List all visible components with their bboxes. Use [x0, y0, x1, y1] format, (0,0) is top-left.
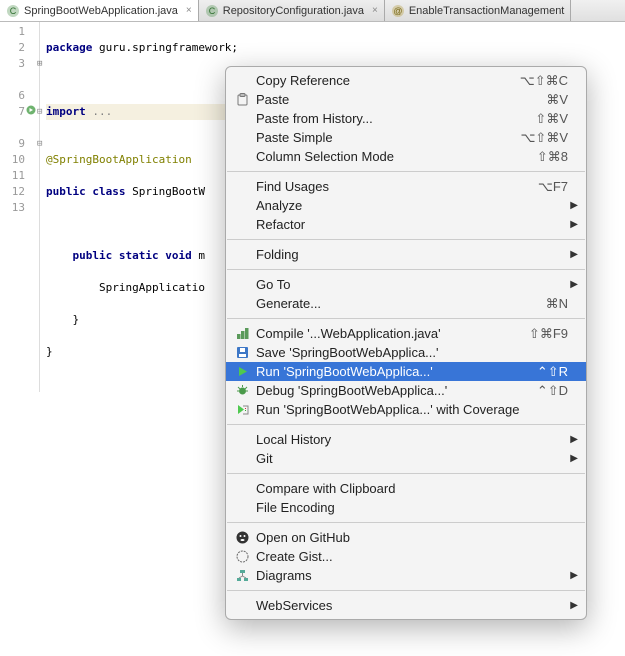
- menu-folding[interactable]: Folding▶: [226, 245, 586, 264]
- menu-diagrams[interactable]: Diagrams▶: [226, 566, 586, 585]
- save-icon: [232, 345, 252, 361]
- compile-icon: [232, 326, 252, 342]
- svg-text:C: C: [10, 6, 17, 16]
- fold-collapse-icon[interactable]: ⊟: [37, 136, 42, 152]
- chevron-right-icon: ▶: [570, 600, 578, 611]
- menu-save-config[interactable]: Save 'SpringBootWebApplica...': [226, 343, 586, 362]
- tab-label: SpringBootWebApplication.java: [24, 5, 178, 17]
- menu-paste[interactable]: Paste⌘V: [226, 90, 586, 109]
- paste-icon: [232, 92, 252, 108]
- fold-collapse-icon[interactable]: ⊟: [37, 104, 42, 120]
- menu-paste-simple[interactable]: Paste Simple⌥⇧⌘V: [226, 128, 586, 147]
- menu-open-github[interactable]: Open on GitHub: [226, 528, 586, 547]
- gist-icon: [232, 549, 252, 565]
- chevron-right-icon: ▶: [570, 434, 578, 445]
- github-icon: [232, 530, 252, 546]
- menu-create-gist[interactable]: Create Gist...: [226, 547, 586, 566]
- diagrams-icon: [232, 568, 252, 584]
- menu-refactor[interactable]: Refactor▶: [226, 215, 586, 234]
- menu-goto[interactable]: Go To▶: [226, 275, 586, 294]
- menu-run-coverage[interactable]: Run 'SpringBootWebApplica...' with Cover…: [226, 400, 586, 419]
- debug-icon: [232, 383, 252, 399]
- tab-repoconfig[interactable]: C RepositoryConfiguration.java ×: [199, 0, 385, 21]
- chevron-right-icon: ▶: [570, 453, 578, 464]
- run-icon: [232, 364, 252, 380]
- menu-copy-reference[interactable]: Copy Reference⌥⇧⌘C: [226, 71, 586, 90]
- svg-text:C: C: [209, 6, 216, 16]
- class-icon: C: [6, 4, 20, 18]
- context-menu: Copy Reference⌥⇧⌘C Paste⌘V Paste from Hi…: [225, 66, 587, 620]
- class-icon: C: [205, 4, 219, 18]
- menu-file-encoding[interactable]: File Encoding: [226, 498, 586, 517]
- annotation-icon: @: [391, 4, 405, 18]
- run-gutter-icon[interactable]: [26, 104, 36, 120]
- menu-local-history[interactable]: Local History▶: [226, 430, 586, 449]
- tab-label: RepositoryConfiguration.java: [223, 5, 364, 17]
- tab-enabletx[interactable]: @ EnableTransactionManagement: [385, 0, 572, 21]
- chevron-right-icon: ▶: [570, 200, 578, 211]
- menu-analyze[interactable]: Analyze▶: [226, 196, 586, 215]
- line-gutter: 1 2 3 6 7 9 10 11 12 13 ⊞ ⊟ ⊟: [0, 22, 40, 392]
- menu-generate[interactable]: Generate...⌘N: [226, 294, 586, 313]
- editor-tabs: C SpringBootWebApplication.java × C Repo…: [0, 0, 625, 22]
- menu-git[interactable]: Git▶: [226, 449, 586, 468]
- menu-debug[interactable]: Debug 'SpringBootWebApplica...'⌃⇧D: [226, 381, 586, 400]
- menu-compile[interactable]: Compile '...WebApplication.java'⇧⌘F9: [226, 324, 586, 343]
- close-icon[interactable]: ×: [186, 5, 192, 16]
- fold-expand-icon[interactable]: ⊞: [37, 56, 42, 72]
- menu-run[interactable]: Run 'SpringBootWebApplica...'⌃⇧R: [226, 362, 586, 381]
- menu-compare-clipboard[interactable]: Compare with Clipboard: [226, 479, 586, 498]
- close-icon[interactable]: ×: [372, 5, 378, 16]
- tab-springboot[interactable]: C SpringBootWebApplication.java ×: [0, 0, 199, 21]
- svg-text:@: @: [393, 6, 402, 16]
- menu-find-usages[interactable]: Find Usages⌥F7: [226, 177, 586, 196]
- chevron-right-icon: ▶: [570, 219, 578, 230]
- tab-label: EnableTransactionManagement: [409, 5, 565, 17]
- menu-paste-history[interactable]: Paste from History...⇧⌘V: [226, 109, 586, 128]
- coverage-icon: [232, 402, 252, 418]
- chevron-right-icon: ▶: [570, 279, 578, 290]
- menu-webservices[interactable]: WebServices▶: [226, 596, 586, 615]
- menu-column-selection[interactable]: Column Selection Mode⇧⌘8: [226, 147, 586, 166]
- chevron-right-icon: ▶: [570, 570, 578, 581]
- chevron-right-icon: ▶: [570, 249, 578, 260]
